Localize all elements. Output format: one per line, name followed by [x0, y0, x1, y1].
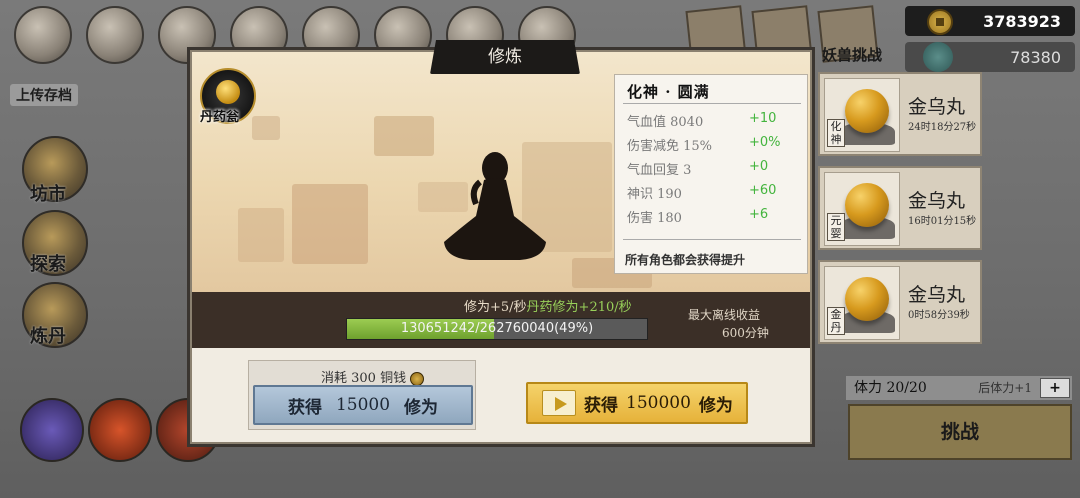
- play-video-icon: [542, 390, 576, 416]
- reward-name: 金乌丸: [908, 284, 966, 306]
- video-button-prefix: 获得: [584, 395, 618, 416]
- reward-timer: 0时58分39秒: [908, 310, 970, 321]
- cost-panel: 消耗 300 铜钱 获得 15000 修为: [248, 360, 476, 430]
- add-stamina-button[interactable]: +: [1040, 378, 1070, 398]
- golden-pill-icon: [845, 183, 889, 227]
- cultivation-progress-bar: 130651242/262760040(49%): [346, 318, 648, 340]
- cultivation-dialog: 丹药瓮 化神 · 圆满 气血值 8040 +10 伤害减免 15% +0% 气血…: [190, 40, 812, 444]
- video-button-amount: 150000: [626, 393, 691, 413]
- base-rate: 修为+5/秒: [464, 300, 527, 315]
- pill-jar-icon: [216, 80, 240, 104]
- reward-name: 金乌丸: [908, 96, 966, 118]
- reward-timer: 24时18分27秒: [908, 122, 977, 133]
- stat-name: 伤害 180: [627, 211, 682, 226]
- jade-icon: [923, 42, 953, 72]
- stat-increase: +0%: [749, 135, 781, 150]
- divider: [623, 103, 801, 104]
- reward-timer: 16时01分15秒: [908, 216, 977, 227]
- gain-button-amount: 15000: [335, 395, 391, 415]
- stat-row: 气血回复 3 +0: [627, 159, 797, 181]
- meditating-silhouette-icon: [444, 152, 546, 260]
- cost-text: 消耗 300 铜钱: [321, 371, 407, 386]
- reward-card[interactable]: 元婴 金乌丸 16时01分15秒: [818, 166, 982, 250]
- stamina-label: 体力 20/20: [854, 380, 927, 396]
- progress-text: 130651242/262760040(49%): [400, 321, 594, 336]
- stat-row: 伤害 180 +6: [627, 207, 797, 229]
- divider: [623, 239, 801, 240]
- pill-jar-label: 丹药瓮: [200, 110, 240, 125]
- realm-tag: 元婴: [827, 213, 845, 241]
- stat-name: 气血值 8040: [627, 115, 704, 130]
- skill-orb-icon[interactable]: [20, 398, 84, 462]
- reward-name: 金乌丸: [908, 190, 966, 212]
- pavilion-decoration: [238, 208, 284, 262]
- golden-pill-icon: [845, 277, 889, 321]
- side-menu-alchemy-label: 炼丹: [30, 326, 66, 347]
- reward-card[interactable]: 化神 金乌丸 24时18分27秒: [818, 72, 982, 156]
- realm-tag: 金丹: [827, 307, 845, 335]
- character-avatar[interactable]: [86, 6, 144, 64]
- stats-note: 所有角色都会获得提升: [625, 253, 746, 267]
- cultivation-rate: 修为+5/秒丹药修为+210/秒: [464, 296, 632, 315]
- pill-rate: 丹药修为+210/秒: [526, 300, 632, 315]
- dialog-title: 修炼: [430, 40, 580, 74]
- cost-label: 消耗 300 铜钱: [321, 367, 425, 386]
- stat-row: 伤害减免 15% +0%: [627, 135, 797, 157]
- character-avatar[interactable]: [14, 6, 72, 64]
- coin-amount: 3783923: [983, 11, 1061, 31]
- realm-stats-panel: 化神 · 圆满 气血值 8040 +10 伤害减免 15% +0% 气血回复 3…: [614, 74, 808, 274]
- beast-challenge-label[interactable]: 妖兽挑战: [822, 44, 882, 65]
- stat-increase: +0: [749, 159, 769, 174]
- pill-item: 化神: [824, 78, 900, 152]
- realm-tag: 化神: [827, 119, 845, 147]
- stat-increase: +60: [749, 183, 777, 198]
- realm-title: 化神 · 圆满: [627, 83, 710, 101]
- pill-item: 金丹: [824, 266, 900, 340]
- coin-balance: 3783923: [905, 6, 1075, 36]
- stamina-bar: 体力 20/20 后体力+1 +: [846, 376, 1072, 400]
- offline-income-value: 600分钟: [722, 326, 769, 340]
- pill-item: 元婴: [824, 172, 900, 246]
- stat-increase: +10: [749, 111, 777, 126]
- save-upload-button[interactable]: 上传存档: [10, 84, 78, 106]
- gain-button-suffix: 修为: [404, 397, 439, 418]
- stamina-regen-text: 后体力+1: [978, 381, 1032, 395]
- stat-name: 伤害减免 15%: [627, 139, 713, 154]
- pavilion-decoration: [292, 184, 368, 264]
- stat-name: 神识 190: [627, 187, 682, 202]
- watch-video-gain-button[interactable]: 获得 150000 修为: [526, 382, 748, 424]
- challenge-button[interactable]: 挑战: [848, 404, 1072, 460]
- side-menu-explore-label: 探索: [30, 254, 66, 275]
- reward-card[interactable]: 金丹 金乌丸 0时58分39秒: [818, 260, 982, 344]
- stat-row: 气血值 8040 +10: [627, 111, 797, 133]
- golden-pill-icon: [845, 89, 889, 133]
- jade-amount: 78380: [1010, 47, 1061, 67]
- gain-button-prefix: 获得: [287, 397, 322, 418]
- pavilion-decoration: [252, 116, 280, 140]
- side-menu-market-label: 坊市: [30, 184, 66, 205]
- jade-balance: 78380: [905, 42, 1075, 72]
- stat-increase: +6: [749, 207, 769, 222]
- gain-cultivation-button[interactable]: 获得 15000 修为: [253, 385, 473, 425]
- copper-coin-icon: [410, 371, 425, 386]
- coin-icon: [927, 9, 953, 35]
- pavilion-decoration: [374, 116, 434, 156]
- cultivation-progress-panel: 修为+5/秒丹药修为+210/秒 130651242/262760040(49%…: [192, 292, 810, 348]
- stat-name: 气血回复 3: [627, 163, 692, 178]
- skill-orb-icon[interactable]: [88, 398, 152, 462]
- stat-row: 神识 190 +60: [627, 183, 797, 205]
- video-button-suffix: 修为: [698, 395, 733, 416]
- cultivation-artwork: 丹药瓮 化神 · 圆满 气血值 8040 +10 伤害减免 15% +0% 气血…: [192, 52, 810, 292]
- offline-income-label: 最大离线收益: [688, 308, 761, 322]
